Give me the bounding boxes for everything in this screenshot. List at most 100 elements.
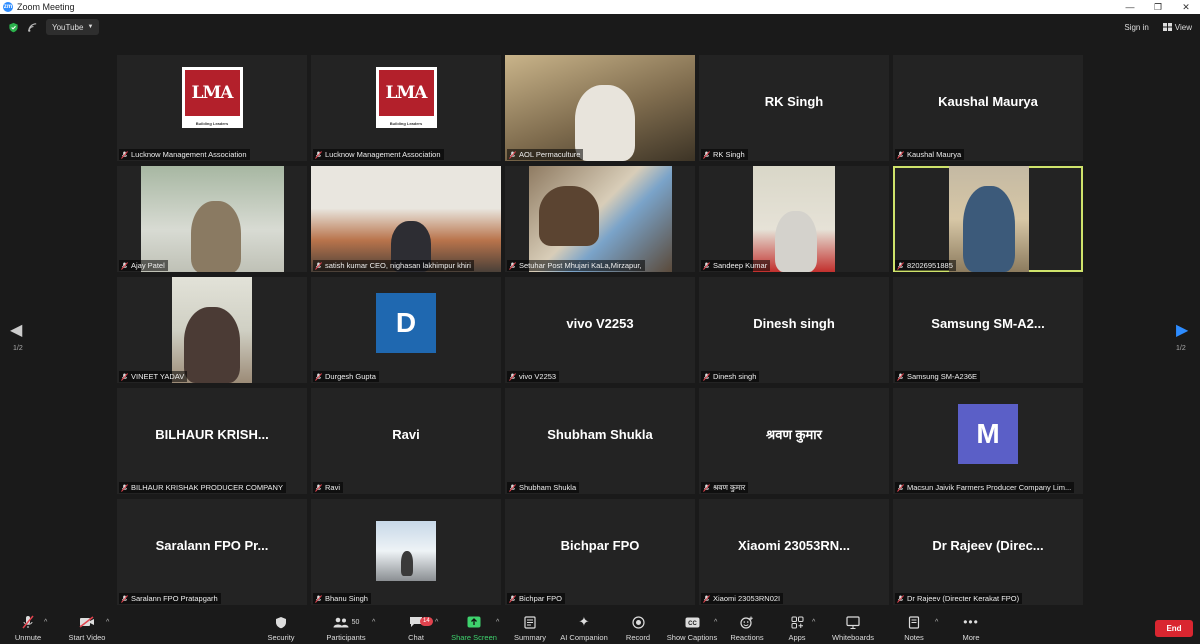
maximize-button[interactable]: ❐ [1144,2,1172,13]
shield-icon[interactable] [8,22,19,33]
youtube-label: YouTube [52,22,84,32]
participant-tile[interactable]: 82026951885 [893,166,1083,272]
participant-tile[interactable]: D Durgesh Gupta [311,277,501,383]
mic-muted-icon [121,594,128,603]
participant-name-label: RK Singh [701,149,748,160]
ai-companion-button[interactable]: ✦ AI Companion [554,614,614,642]
participant-tile[interactable]: Bichpar FPO Bichpar FPO [505,499,695,605]
participant-tile[interactable]: Shubham Shukla Shubham Shukla [505,388,695,494]
participant-tile[interactable]: RK Singh RK Singh [699,55,889,161]
notes-label: Notes [904,633,924,642]
participant-tile[interactable]: श्रवण कुमार श्रवण कुमार [699,388,889,494]
record-icon [631,615,645,629]
whiteboards-button[interactable]: Whiteboards [823,614,883,642]
meeting-toolbar: Unmute ^ Start Video ^ Security 50 Parti… [0,610,1200,644]
sign-in-link[interactable]: Sign in [1124,23,1148,32]
right-page-indicator: 1/2 [1176,345,1186,352]
participant-name: Lucknow Management Association [131,150,247,159]
participant-tile[interactable]: AOL Permaculture [505,55,695,161]
show-captions-button[interactable]: CC Show Captions [662,614,722,642]
participant-figure [191,201,241,272]
participant-tile[interactable]: Sandeep Kumar [699,166,889,272]
participant-tile[interactable]: vivo V2253 vivo V2253 [505,277,695,383]
participant-tile[interactable]: Ajay Patel [117,166,307,272]
unmute-button[interactable]: Unmute [0,614,58,642]
sparkle-icon: ✦ [578,614,590,629]
participant-tile[interactable]: Setuhar Post Mhujari KaLa,Mirzapur, [505,166,695,272]
participant-display-name: RK Singh [764,93,824,109]
start-video-label: Start Video [68,633,106,642]
participants-options-caret-icon[interactable]: ^ [372,619,375,626]
participant-name-label: 82026951885 [895,260,956,271]
participant-video [949,166,1029,272]
participant-figure [963,186,1015,272]
mic-muted-icon [897,594,904,603]
participant-name: Ajay Patel [131,261,165,270]
notes-options-caret-icon[interactable]: ^ [935,619,938,626]
participant-display-name: Ravi [392,426,420,442]
close-button[interactable]: ✕ [1172,2,1200,13]
record-button[interactable]: Record [608,614,668,642]
next-page-arrow-icon[interactable]: ▶ [1176,320,1188,340]
youtube-live-button[interactable]: YouTube ▼ [46,19,100,35]
participant-tile[interactable]: satish kumar CEO, nighasan lakhimpur khi… [311,166,501,272]
apps-button[interactable]: Apps [767,614,827,642]
participant-name-label: Xiaomi 23053RN02I [701,593,784,604]
view-button[interactable]: View [1162,23,1192,32]
participant-name: Saralann FPO Pratapgarh [131,594,218,603]
participant-tile[interactable]: BILHAUR KRISH... BILHAUR KRISHAK PRODUCER… [117,388,307,494]
participant-name: Kaushal Maurya [907,150,962,159]
prev-page-arrow-icon[interactable]: ◀ [10,320,22,340]
mic-muted-icon [509,150,516,159]
mic-muted-icon [897,150,904,159]
participant-tile[interactable]: VINEET YADAV [117,277,307,383]
participant-tile[interactable]: Bhanu Singh [311,499,501,605]
participant-name: AOL Permaculture [519,150,581,159]
show-captions-label: Show Captions [666,633,718,642]
participant-tile[interactable]: Dinesh singh Dinesh singh [699,277,889,383]
logo-container: LMA Building Leaders [117,55,307,139]
avatar-container: M [893,388,1083,480]
more-label: More [962,633,980,642]
participant-tile[interactable]: Kaushal Maurya Kaushal Maurya [893,55,1083,161]
participant-tile[interactable]: Samsung SM-A2... Samsung SM-A236E [893,277,1083,383]
participant-tile[interactable]: Xiaomi 23053RN... Xiaomi 23053RN02I [699,499,889,605]
record-label: Record [625,633,651,642]
participant-display-name: श्रवण कुमार [766,427,822,442]
mic-muted-icon [121,372,128,381]
participant-figure [775,211,817,272]
participant-display-name: Dinesh singh [753,315,835,331]
participant-tile[interactable]: M Macsun Jaivik Farmers Producer Company … [893,388,1083,494]
mic-muted-icon [509,372,516,381]
participants-button[interactable]: 50 Participants [316,614,376,642]
apps-options-caret-icon[interactable]: ^ [812,619,815,626]
participant-tile[interactable]: Dr Rajeev (Direc... Dr Rajeev (Directer K… [893,499,1083,605]
mic-muted-icon [703,483,710,492]
mic-muted-icon [703,372,710,381]
mic-muted-icon [509,594,516,603]
chat-unread-badge: 14 [420,617,433,626]
video-options-caret-icon[interactable]: ^ [106,619,109,626]
participant-name-label: श्रवण कुमार [701,482,749,493]
end-meeting-button[interactable]: End [1155,620,1193,637]
avatar-container: D [311,277,501,369]
minimize-button[interactable]: — [1116,2,1144,12]
participant-name-label: Macsun Jaivik Farmers Producer Company L… [895,482,1075,493]
participant-tile[interactable]: Saralann FPO Pr... Saralann FPO Pratapgar… [117,499,307,605]
share-screen-button[interactable]: Share Screen [444,614,504,642]
audio-options-caret-icon[interactable]: ^ [44,619,47,626]
logo-tagline: Building Leaders [195,120,229,126]
connection-signal-icon[interactable] [27,22,38,33]
share-options-caret-icon[interactable]: ^ [496,619,499,626]
participant-display-name: Samsung SM-A2... [931,315,1045,331]
participant-tile[interactable]: LMA Building Leaders Lucknow Management As… [311,55,501,161]
participant-display-name: Saralann FPO Pr... [155,537,269,553]
participant-video [505,55,695,161]
participant-tile[interactable]: Ravi Ravi [311,388,501,494]
whiteboards-label: Whiteboards [831,633,875,642]
security-button[interactable]: Security [251,614,311,642]
participant-tile[interactable]: LMA Building Leaders Lucknow Management As… [117,55,307,161]
summary-button[interactable]: Summary [500,614,560,642]
chat-options-caret-icon[interactable]: ^ [435,619,438,626]
more-button[interactable]: ••• More [941,614,1001,642]
